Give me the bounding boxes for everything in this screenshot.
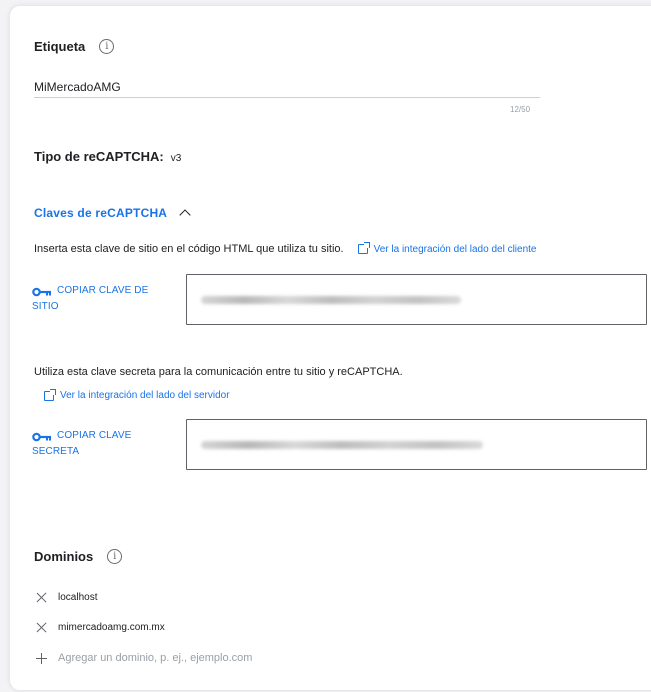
char-counter: 12/50: [510, 105, 531, 114]
domain-item: localhost: [36, 592, 97, 603]
copy-site-key-line1: COPIAR CLAVE DE: [57, 285, 149, 296]
remove-domain-icon[interactable]: [36, 592, 47, 603]
recaptcha-type-label: Tipo de reCAPTCHA:: [34, 149, 164, 164]
domain-item-label: localhost: [58, 592, 98, 603]
label-input[interactable]: MiMercadoAMG: [34, 80, 121, 94]
add-domain-row: [36, 652, 318, 664]
server-integration-link-label: Ver la integración del lado del servidor: [60, 390, 230, 401]
chevron-up-icon: [179, 209, 191, 221]
domains-title: Dominios: [34, 549, 94, 564]
server-integration-link[interactable]: Ver la integración del lado del servidor: [44, 388, 230, 401]
secret-key-description: Utiliza esta clave secreta para la comun…: [34, 366, 403, 378]
site-key-value-redacted: [201, 296, 461, 304]
recaptcha-type-value: v3: [170, 153, 182, 164]
site-key-field[interactable]: [186, 274, 647, 325]
copy-secret-key-button[interactable]: COPIAR CLAVE SECRETA: [32, 428, 131, 460]
label-header: Etiqueta i: [34, 39, 115, 54]
copy-secret-key-line1: COPIAR CLAVE: [57, 430, 132, 441]
domain-item-label: mimercadoamg.com.mx: [58, 622, 165, 633]
client-integration-link[interactable]: Ver la integración del lado del cliente: [357, 242, 537, 255]
key-icon: [32, 287, 52, 297]
site-key-row: Inserta esta clave de sitio en el código…: [34, 242, 537, 255]
info-icon[interactable]: i: [99, 39, 115, 54]
copy-site-key-button[interactable]: COPIAR CLAVE DE SITIO: [32, 283, 148, 315]
client-integration-link-label: Ver la integración del lado del cliente: [373, 243, 537, 255]
domain-item: mimercadoamg.com.mx: [36, 622, 165, 633]
copy-site-key-line2: SITIO: [32, 301, 59, 312]
copy-secret-key-label: COPIAR CLAVE SECRETA: [32, 428, 132, 460]
secret-key-value-redacted: [201, 441, 483, 449]
open-in-new-icon: [44, 388, 56, 401]
recaptcha-type: Tipo de reCAPTCHA: v3: [34, 149, 181, 164]
domains-header: Dominios i: [34, 549, 123, 564]
label-input-underline: [34, 97, 540, 98]
secret-key-field[interactable]: [186, 419, 647, 470]
copy-secret-key-line2: SECRETA: [32, 446, 80, 457]
label-title: Etiqueta: [34, 39, 86, 54]
keys-toggle-label: Claves de reCAPTCHA: [34, 206, 168, 220]
info-icon[interactable]: i: [107, 549, 123, 564]
open-in-new-icon: [357, 242, 370, 254]
add-icon[interactable]: [36, 652, 47, 664]
keys-toggle[interactable]: Claves de reCAPTCHA: [34, 206, 191, 221]
add-domain-input[interactable]: [58, 652, 318, 664]
site-key-description: Inserta esta clave de sitio en el código…: [34, 243, 344, 255]
remove-domain-icon[interactable]: [36, 622, 47, 633]
key-icon: [32, 432, 52, 442]
settings-card: Etiqueta i MiMercadoAMG 12/50 Tipo de re…: [10, 6, 651, 690]
copy-site-key-label: COPIAR CLAVE DE SITIO: [32, 283, 149, 315]
